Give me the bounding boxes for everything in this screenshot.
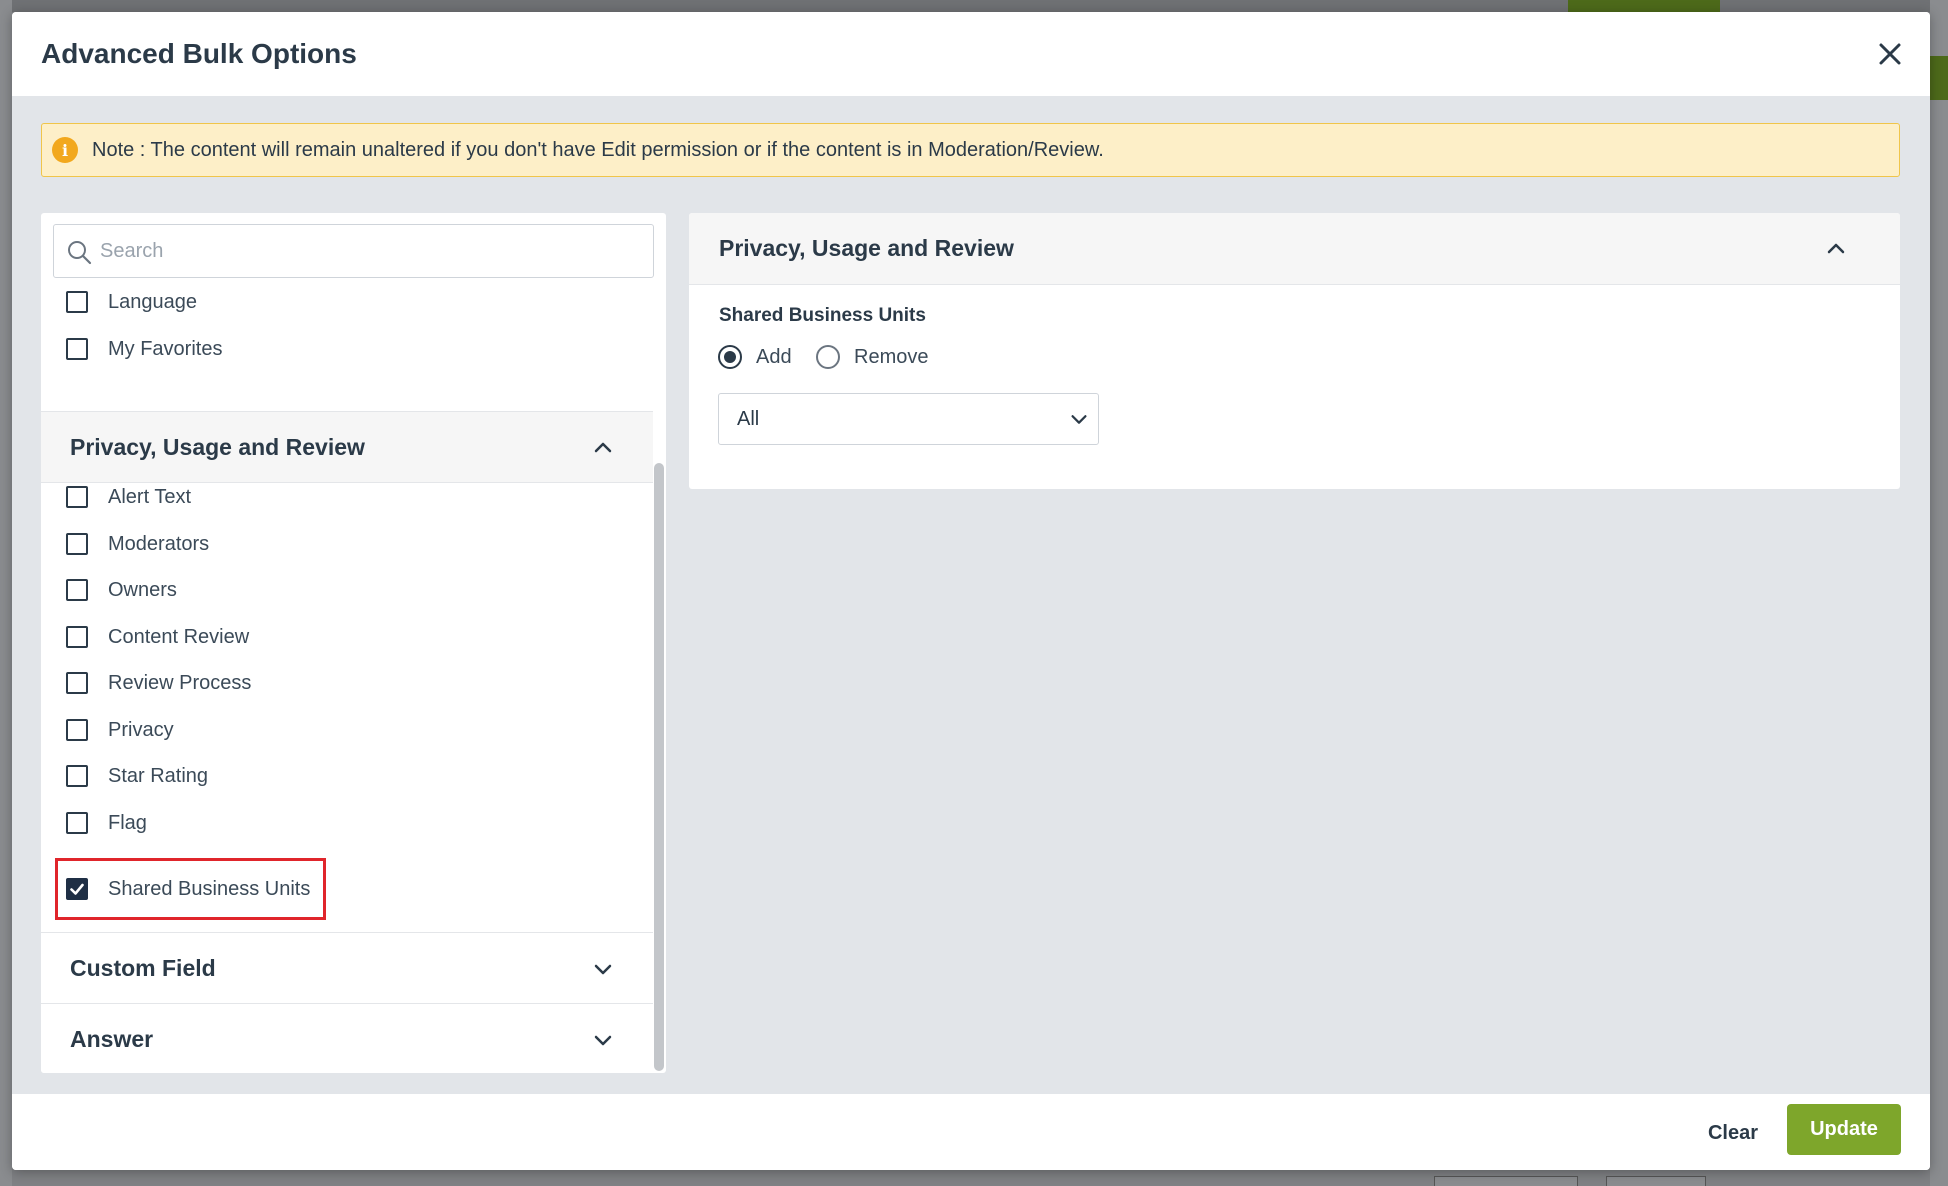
chevron-down-icon (1071, 415, 1087, 424)
checkbox[interactable] (66, 812, 88, 834)
checkbox[interactable] (66, 579, 88, 601)
option-content-review[interactable]: Content Review (66, 621, 249, 653)
radio-label: Remove (854, 345, 929, 368)
option-owners[interactable]: Owners (66, 574, 177, 606)
background-right-edge (1930, 0, 1948, 1186)
option-label: Moderators (108, 532, 210, 555)
radio-button[interactable] (816, 345, 840, 369)
checkbox[interactable] (66, 626, 88, 648)
option-detail-panel: Privacy, Usage and Review Shared Busines… (689, 213, 1900, 489)
option-label: My Favorites (108, 337, 223, 360)
background-bottom-tab (1606, 1176, 1706, 1186)
option-review-process[interactable]: Review Process (66, 667, 251, 699)
option-label: Privacy (108, 718, 174, 741)
search-input[interactable] (100, 225, 640, 277)
section-title: Answer (70, 1025, 154, 1052)
checkbox[interactable] (66, 672, 88, 694)
option-language[interactable]: Language (66, 286, 197, 318)
chevron-down-icon[interactable] (591, 1028, 615, 1052)
radio-add[interactable]: Add (718, 345, 792, 369)
note-text: Note : The content will remain unaltered… (92, 138, 1104, 161)
checkbox[interactable] (66, 338, 88, 360)
note-banner: i Note : The content will remain unalter… (41, 123, 1900, 177)
close-button[interactable] (1874, 38, 1906, 70)
checkbox[interactable] (66, 486, 88, 508)
option-label: Content Review (108, 625, 250, 648)
business-units-select[interactable]: All (718, 393, 1099, 445)
background-button (1568, 0, 1720, 12)
radio-remove[interactable]: Remove (816, 345, 928, 369)
advanced-bulk-options-modal: Advanced Bulk Options i Note : The conte… (12, 12, 1930, 1170)
option-alert-text[interactable]: Alert Text (66, 481, 191, 513)
option-flag[interactable]: Flag (66, 807, 147, 839)
option-label: Review Process (108, 671, 252, 694)
option-my-favorites[interactable]: My Favorites (66, 333, 222, 365)
options-list-panel: Language My Favorites Privacy, Usage and… (41, 213, 666, 1073)
modal-footer: Clear Update (12, 1094, 1930, 1170)
option-label: Alert Text (108, 485, 191, 508)
chevron-up-icon[interactable] (1824, 237, 1848, 261)
option-privacy[interactable]: Privacy (66, 714, 174, 746)
option-label: Owners (108, 578, 177, 601)
clear-button[interactable]: Clear (1687, 1108, 1779, 1158)
info-icon: i (52, 137, 78, 163)
search-box (53, 224, 654, 278)
close-icon (1879, 43, 1901, 65)
radio-button-selected[interactable] (718, 345, 742, 369)
select-value: All (737, 407, 760, 430)
section-title: Privacy, Usage and Review (70, 433, 365, 460)
selection-highlight (55, 858, 326, 920)
modal-body: i Note : The content will remain unalter… (12, 96, 1930, 1094)
section-title: Privacy, Usage and Review (719, 235, 1014, 261)
section-answer[interactable]: Answer (41, 1003, 653, 1073)
section-privacy-usage-review[interactable]: Privacy, Usage and Review (41, 411, 653, 483)
section-custom-field[interactable]: Custom Field (41, 932, 653, 1004)
option-label: Flag (108, 811, 147, 834)
radio-label: Add (756, 345, 792, 368)
search-icon (68, 241, 92, 265)
detail-section-header[interactable]: Privacy, Usage and Review (689, 213, 1900, 285)
checkbox[interactable] (66, 765, 88, 787)
scrollbar[interactable] (654, 463, 664, 1071)
option-label: Language (108, 290, 197, 313)
chevron-up-icon[interactable] (591, 436, 615, 460)
chevron-down-icon[interactable] (591, 957, 615, 981)
option-star-rating[interactable]: Star Rating (66, 760, 208, 792)
section-title: Custom Field (70, 954, 216, 981)
modal-title: Advanced Bulk Options (41, 38, 357, 69)
option-moderators[interactable]: Moderators (66, 528, 209, 560)
checkbox[interactable] (66, 533, 88, 555)
checkbox[interactable] (66, 719, 88, 741)
background-bottom-tab (1434, 1176, 1578, 1186)
background-green-tab (1928, 56, 1948, 100)
field-label: Shared Business Units (719, 305, 926, 326)
update-button[interactable]: Update (1787, 1104, 1901, 1155)
option-label: Star Rating (108, 764, 209, 787)
modal-header: Advanced Bulk Options (12, 12, 1930, 96)
checkbox[interactable] (66, 291, 88, 313)
background-left-edge (0, 0, 12, 1186)
